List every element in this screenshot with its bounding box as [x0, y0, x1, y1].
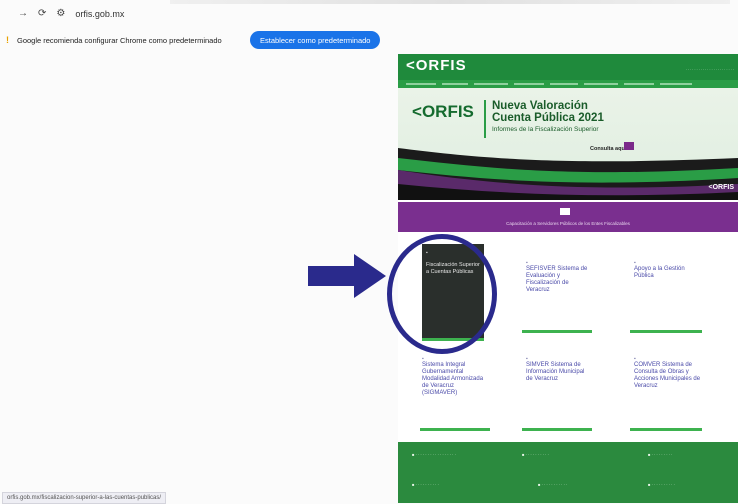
training-band-text: Capacitación a Servidores Públicos de lo…: [506, 221, 630, 226]
card-comver[interactable]: COMVER Sistema de Consulta de Obras y Ac…: [634, 362, 704, 390]
card-sigmaver[interactable]: Sistema Integral Gubernamental Modalidad…: [422, 362, 488, 397]
infobar-message: Google recomienda configurar Chrome como…: [17, 35, 222, 45]
annotation-arrow-icon: [308, 254, 386, 298]
site-nav[interactable]: [398, 80, 738, 88]
site-footer: ■ · · · · · · · · · · · · · · · · · ■ · …: [398, 442, 738, 503]
link-status-bar: orfis.gob.mx/fiscalizacion-superior-a-la…: [2, 492, 167, 504]
card-underline: [630, 428, 702, 431]
card-underline: [522, 330, 592, 333]
card-simver[interactable]: SIMVER Sistema de Información Municipal …: [526, 362, 592, 383]
footer-link[interactable]: ■ · · · · · · · · · ·: [522, 452, 549, 457]
footer-link[interactable]: ■ · · · · · · · · · · ·: [538, 482, 567, 487]
site-logo[interactable]: <ORFIS: [406, 57, 467, 74]
header-tagline: · · · · · · · · · · · · · · · · · · · · …: [685, 68, 734, 72]
address-text[interactable]: orfis.gob.mx: [75, 9, 124, 19]
banner-divider: [484, 100, 486, 138]
video-camera-icon: [560, 208, 570, 215]
card-sefisver[interactable]: SEFISVER Sistema de Evaluación y Fiscali…: [526, 266, 590, 294]
footer-link[interactable]: ■ · · · · · · · · · · · · · · · · ·: [412, 452, 456, 457]
banner-cta[interactable]: Consulta aquí: [590, 146, 626, 152]
annotation-circle: [387, 234, 497, 354]
site-header: <ORFIS · · · · · · · · · · · · · · · · ·…: [398, 54, 738, 80]
default-browser-infobar: ! Google recomienda configurar Chrome co…: [0, 30, 738, 50]
banner-corner-logo: <ORFIS: [708, 184, 734, 191]
pointer-hand-icon: [624, 142, 634, 150]
hero-banner[interactable]: <ORFIS Nueva Valoración Cuenta Pública 20…: [398, 88, 738, 200]
forward-icon[interactable]: →: [18, 8, 28, 19]
set-default-button[interactable]: Establecer como predeterminado: [250, 31, 381, 49]
reload-icon[interactable]: ⟳: [38, 8, 46, 19]
card-apoyo[interactable]: Apoyo a la Gestión Pública: [634, 266, 700, 280]
banner-logo: <ORFIS: [412, 102, 474, 121]
footer-link[interactable]: ■ · · · · · · · · · ·: [648, 482, 675, 487]
card-underline: [630, 330, 702, 333]
banner-title: Nueva Valoración Cuenta Pública 2021: [492, 100, 604, 124]
address-bar[interactable]: → ⟳ ⚙ orfis.gob.mx: [18, 8, 124, 19]
banner-subtitle: Informes de la Fiscalización Superior: [492, 126, 599, 133]
footer-link[interactable]: ■ · · · · · · · · · ·: [412, 482, 439, 487]
card-underline: [522, 428, 592, 431]
cropped-heading-text: [170, 0, 730, 4]
footer-link[interactable]: ■ · · · · · · · · ·: [648, 452, 672, 457]
training-band[interactable]: Capacitación a Servidores Públicos de lo…: [398, 202, 738, 232]
site-settings-icon[interactable]: ⚙: [56, 8, 65, 19]
card-underline: [420, 428, 490, 431]
logo-chevron-icon: <: [406, 57, 416, 74]
warning-icon: !: [6, 35, 9, 45]
